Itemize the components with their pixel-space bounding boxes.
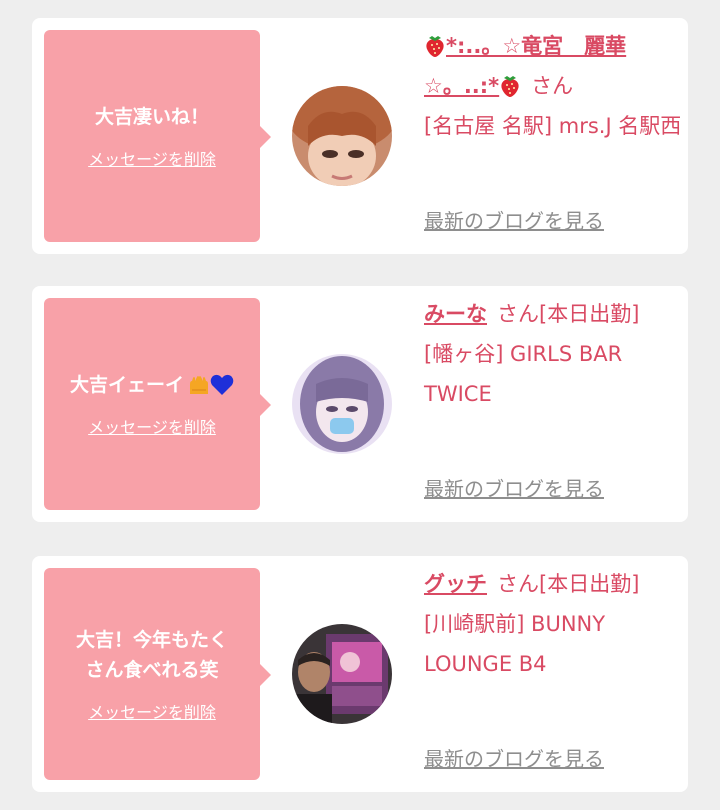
shop-info: [川崎駅前] BUNNY LOUNGE B4 xyxy=(424,612,606,676)
latest-blog-link[interactable]: 最新のブログを見る xyxy=(424,743,604,772)
message-text: 大吉イェーイ xyxy=(60,370,244,400)
avatar[interactable] xyxy=(292,86,392,186)
avatar[interactable] xyxy=(292,354,392,454)
message-card: 大吉！今年もたくさん食べれる笑 メッセージを削除 グッチ さん[本日出勤] [川崎… xyxy=(32,556,688,792)
sender-name-suffix: ☆。..:* xyxy=(424,74,500,98)
shop-info: [名古屋 名駅] mrs.J 名駅西 xyxy=(424,114,682,138)
raised-hands-icon xyxy=(188,375,210,395)
message-text: 大吉凄いね！ xyxy=(94,106,209,128)
blue-heart-icon xyxy=(210,374,234,396)
sender-info: *:..。☆竜宮 麗華 ☆。..:* さん [名古屋 名駅] mrs.J 名駅西 xyxy=(424,26,682,146)
honorific: さん[本日出勤] xyxy=(497,302,640,326)
strawberry-icon xyxy=(499,70,521,97)
shop-info: [幡ヶ谷] GIRLS BAR TWICE xyxy=(424,342,623,406)
honorific: さん[本日出勤] xyxy=(497,572,640,596)
message-text: 大吉！今年もたくさん食べれる笑 xyxy=(75,629,228,681)
message-text-label: 大吉イェーイ xyxy=(69,374,184,396)
message-bubble: 大吉イェーイ メッセージを削除 xyxy=(44,298,271,510)
sender-name-link[interactable]: みーな xyxy=(424,302,487,326)
sender-info: みーな さん[本日出勤] [幡ヶ谷] GIRLS BAR TWICE xyxy=(424,294,682,414)
strawberry-icon xyxy=(424,30,446,57)
latest-blog-link[interactable]: 最新のブログを見る xyxy=(424,473,604,502)
message-bubble: 大吉凄いね！ メッセージを削除 xyxy=(44,30,271,242)
delete-message-link[interactable]: メッセージを削除 xyxy=(88,414,216,438)
delete-message-link[interactable]: メッセージを削除 xyxy=(88,699,216,723)
sender-name-prefix: *:..。☆竜宮 麗華 xyxy=(446,34,627,58)
delete-message-link[interactable]: メッセージを削除 xyxy=(88,146,216,170)
message-card: 大吉イェーイ メッセージを削除 みーな さん[本日出勤] [幡ヶ谷] GIRLS … xyxy=(32,286,688,522)
sender-name-link[interactable]: *:..。☆竜宮 麗華 ☆。..:* xyxy=(424,34,626,98)
honorific: さん xyxy=(531,74,574,98)
avatar[interactable] xyxy=(292,624,392,724)
latest-blog-link[interactable]: 最新のブログを見る xyxy=(424,205,604,234)
sender-name-link[interactable]: グッチ xyxy=(424,572,487,596)
message-bubble: 大吉！今年もたくさん食べれる笑 メッセージを削除 xyxy=(44,568,271,780)
sender-info: グッチ さん[本日出勤] [川崎駅前] BUNNY LOUNGE B4 xyxy=(424,564,682,684)
message-card: 大吉凄いね！ メッセージを削除 *:..。☆竜宮 麗華 ☆。..:* さん [名古屋… xyxy=(32,18,688,254)
